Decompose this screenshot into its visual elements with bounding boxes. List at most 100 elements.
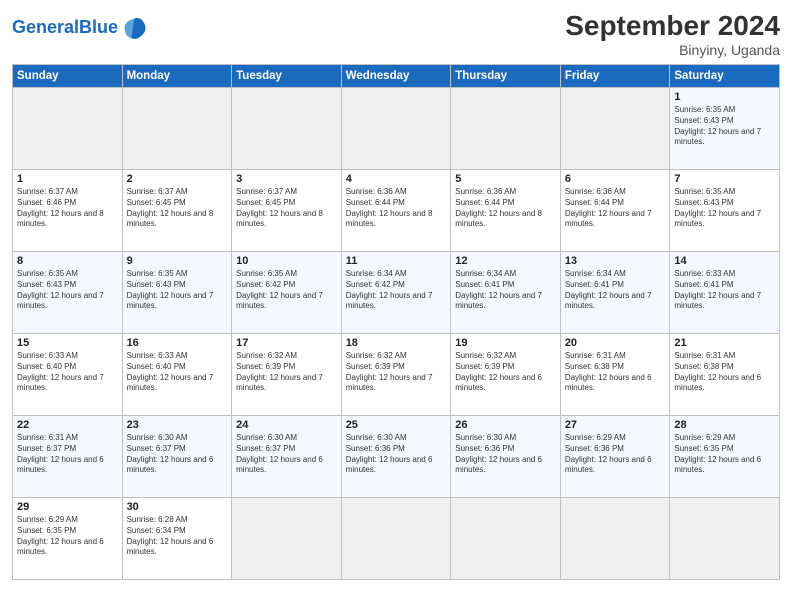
day-number: 19 <box>455 337 556 349</box>
day-number: 10 <box>236 255 337 267</box>
day-header-thursday: Thursday <box>451 65 561 88</box>
calendar-cell: 7 Sunrise: 6:35 AMSunset: 6:43 PMDaylight… <box>670 170 780 252</box>
day-number: 30 <box>127 501 228 513</box>
day-number: 27 <box>565 419 666 431</box>
day-number: 26 <box>455 419 556 431</box>
day-number: 5 <box>455 173 556 185</box>
calendar-cell: 4 Sunrise: 6:36 AMSunset: 6:44 PMDaylight… <box>341 170 451 252</box>
calendar-cell: 13Sunrise: 6:34 AMSunset: 6:41 PMDayligh… <box>560 252 670 334</box>
calendar-cell: 3Sunrise: 6:37 AMSunset: 6:45 PMDaylight… <box>232 170 342 252</box>
calendar-cell: 28Sunrise: 6:29 AMSunset: 6:35 PMDayligh… <box>670 416 780 498</box>
day-number: 8 <box>17 255 118 267</box>
day-header-friday: Friday <box>560 65 670 88</box>
cell-details: Sunrise: 6:32 AMSunset: 6:39 PMDaylight:… <box>236 351 337 394</box>
day-header-tuesday: Tuesday <box>232 65 342 88</box>
day-number: 13 <box>565 255 666 267</box>
week-row-1: 1 Sunrise: 6:35 AMSunset: 6:43 PMDaylight… <box>13 88 780 170</box>
calendar-cell: 18Sunrise: 6:32 AMSunset: 6:39 PMDayligh… <box>341 334 451 416</box>
calendar-cell: 20 Sunrise: 6:31 AMSunset: 6:38 PMDayligh… <box>560 334 670 416</box>
calendar-cell: 19 Sunrise: 6:32 AMSunset: 6:39 PMDayligh… <box>451 334 561 416</box>
calendar-cell: 16 Sunrise: 6:33 AMSunset: 6:40 PMDayligh… <box>122 334 232 416</box>
cell-details: Sunrise: 6:34 AMSunset: 6:42 PMDaylight:… <box>346 269 447 312</box>
cell-details: Sunrise: 6:37 AMSunset: 6:46 PMDaylight:… <box>17 187 118 230</box>
cell-details: Sunrise: 6:35 AMSunset: 6:43 PMDaylight:… <box>17 269 118 312</box>
day-number: 9 <box>127 255 228 267</box>
calendar-cell: 10Sunrise: 6:35 AMSunset: 6:42 PMDayligh… <box>232 252 342 334</box>
calendar-cell <box>451 498 561 580</box>
day-number: 7 <box>674 173 775 185</box>
logo-general: General <box>12 17 79 37</box>
calendar-cell <box>560 498 670 580</box>
cell-details: Sunrise: 6:30 AMSunset: 6:37 PMDaylight:… <box>127 433 228 476</box>
logo-icon <box>120 14 148 42</box>
calendar-cell <box>670 498 780 580</box>
calendar-cell: 1 Sunrise: 6:37 AMSunset: 6:46 PMDaylight… <box>13 170 123 252</box>
day-number: 20 <box>565 337 666 349</box>
calendar-cell: 27 Sunrise: 6:29 AMSunset: 6:36 PMDayligh… <box>560 416 670 498</box>
week-row-3: 8 Sunrise: 6:35 AMSunset: 6:43 PMDaylight… <box>13 252 780 334</box>
header-row: GeneralBlue September 2024 Binyiny, Ugan… <box>12 10 780 58</box>
cell-details: Sunrise: 6:29 AMSunset: 6:36 PMDaylight:… <box>565 433 666 476</box>
day-header-wednesday: Wednesday <box>341 65 451 88</box>
day-number: 1 <box>17 173 118 185</box>
calendar-cell: 21Sunrise: 6:31 AMSunset: 6:38 PMDayligh… <box>670 334 780 416</box>
cell-details: Sunrise: 6:33 AMSunset: 6:40 PMDaylight:… <box>17 351 118 394</box>
day-number: 12 <box>455 255 556 267</box>
week-row-6: 29Sunrise: 6:29 AMSunset: 6:35 PMDayligh… <box>13 498 780 580</box>
calendar-cell <box>341 88 451 170</box>
week-row-4: 15 Sunrise: 6:33 AMSunset: 6:40 PMDayligh… <box>13 334 780 416</box>
calendar-cell: 24Sunrise: 6:30 AMSunset: 6:37 PMDayligh… <box>232 416 342 498</box>
location: Binyiny, Uganda <box>565 42 780 58</box>
calendar-container: GeneralBlue September 2024 Binyiny, Ugan… <box>0 0 792 588</box>
day-number: 23 <box>127 419 228 431</box>
day-number: 24 <box>236 419 337 431</box>
calendar-cell: 6 Sunrise: 6:36 AMSunset: 6:44 PMDaylight… <box>560 170 670 252</box>
cell-details: Sunrise: 6:33 AMSunset: 6:40 PMDaylight:… <box>127 351 228 394</box>
day-number: 17 <box>236 337 337 349</box>
day-number: 1 <box>674 91 775 103</box>
week-row-2: 1 Sunrise: 6:37 AMSunset: 6:46 PMDaylight… <box>13 170 780 252</box>
day-number: 18 <box>346 337 447 349</box>
logo-text: GeneralBlue <box>12 18 118 38</box>
cell-details: Sunrise: 6:36 AMSunset: 6:44 PMDaylight:… <box>565 187 666 230</box>
logo: GeneralBlue <box>12 14 148 42</box>
cell-details: Sunrise: 6:30 AMSunset: 6:36 PMDaylight:… <box>346 433 447 476</box>
cell-details: Sunrise: 6:36 AMSunset: 6:44 PMDaylight:… <box>455 187 556 230</box>
calendar-cell: 29Sunrise: 6:29 AMSunset: 6:35 PMDayligh… <box>13 498 123 580</box>
logo-blue: Blue <box>79 17 118 37</box>
cell-details: Sunrise: 6:32 AMSunset: 6:39 PMDaylight:… <box>455 351 556 394</box>
day-number: 2 <box>127 173 228 185</box>
day-number: 6 <box>565 173 666 185</box>
cell-details: Sunrise: 6:29 AMSunset: 6:35 PMDaylight:… <box>17 515 118 558</box>
calendar-cell: 22Sunrise: 6:31 AMSunset: 6:37 PMDayligh… <box>13 416 123 498</box>
cell-details: Sunrise: 6:31 AMSunset: 6:38 PMDaylight:… <box>565 351 666 394</box>
calendar-cell: 23 Sunrise: 6:30 AMSunset: 6:37 PMDayligh… <box>122 416 232 498</box>
cell-details: Sunrise: 6:35 AMSunset: 6:43 PMDaylight:… <box>674 105 775 148</box>
day-header-sunday: Sunday <box>13 65 123 88</box>
day-number: 3 <box>236 173 337 185</box>
calendar-cell <box>13 88 123 170</box>
cell-details: Sunrise: 6:30 AMSunset: 6:36 PMDaylight:… <box>455 433 556 476</box>
calendar-cell: 14 Sunrise: 6:33 AMSunset: 6:41 PMDayligh… <box>670 252 780 334</box>
day-number: 4 <box>346 173 447 185</box>
month-title: September 2024 <box>565 10 780 42</box>
day-number: 15 <box>17 337 118 349</box>
title-block: September 2024 Binyiny, Uganda <box>565 10 780 58</box>
calendar-cell: 5 Sunrise: 6:36 AMSunset: 6:44 PMDaylight… <box>451 170 561 252</box>
cell-details: Sunrise: 6:36 AMSunset: 6:44 PMDaylight:… <box>346 187 447 230</box>
day-number: 16 <box>127 337 228 349</box>
calendar-table: SundayMondayTuesdayWednesdayThursdayFrid… <box>12 64 780 580</box>
cell-details: Sunrise: 6:33 AMSunset: 6:41 PMDaylight:… <box>674 269 775 312</box>
cell-details: Sunrise: 6:34 AMSunset: 6:41 PMDaylight:… <box>455 269 556 312</box>
cell-details: Sunrise: 6:37 AMSunset: 6:45 PMDaylight:… <box>127 187 228 230</box>
cell-details: Sunrise: 6:35 AMSunset: 6:43 PMDaylight:… <box>674 187 775 230</box>
calendar-cell: 12 Sunrise: 6:34 AMSunset: 6:41 PMDayligh… <box>451 252 561 334</box>
calendar-cell: 30Sunrise: 6:28 AMSunset: 6:34 PMDayligh… <box>122 498 232 580</box>
day-number: 14 <box>674 255 775 267</box>
day-header-monday: Monday <box>122 65 232 88</box>
header-row-days: SundayMondayTuesdayWednesdayThursdayFrid… <box>13 65 780 88</box>
day-number: 28 <box>674 419 775 431</box>
calendar-cell: 26 Sunrise: 6:30 AMSunset: 6:36 PMDayligh… <box>451 416 561 498</box>
calendar-cell <box>232 498 342 580</box>
calendar-cell: 11Sunrise: 6:34 AMSunset: 6:42 PMDayligh… <box>341 252 451 334</box>
